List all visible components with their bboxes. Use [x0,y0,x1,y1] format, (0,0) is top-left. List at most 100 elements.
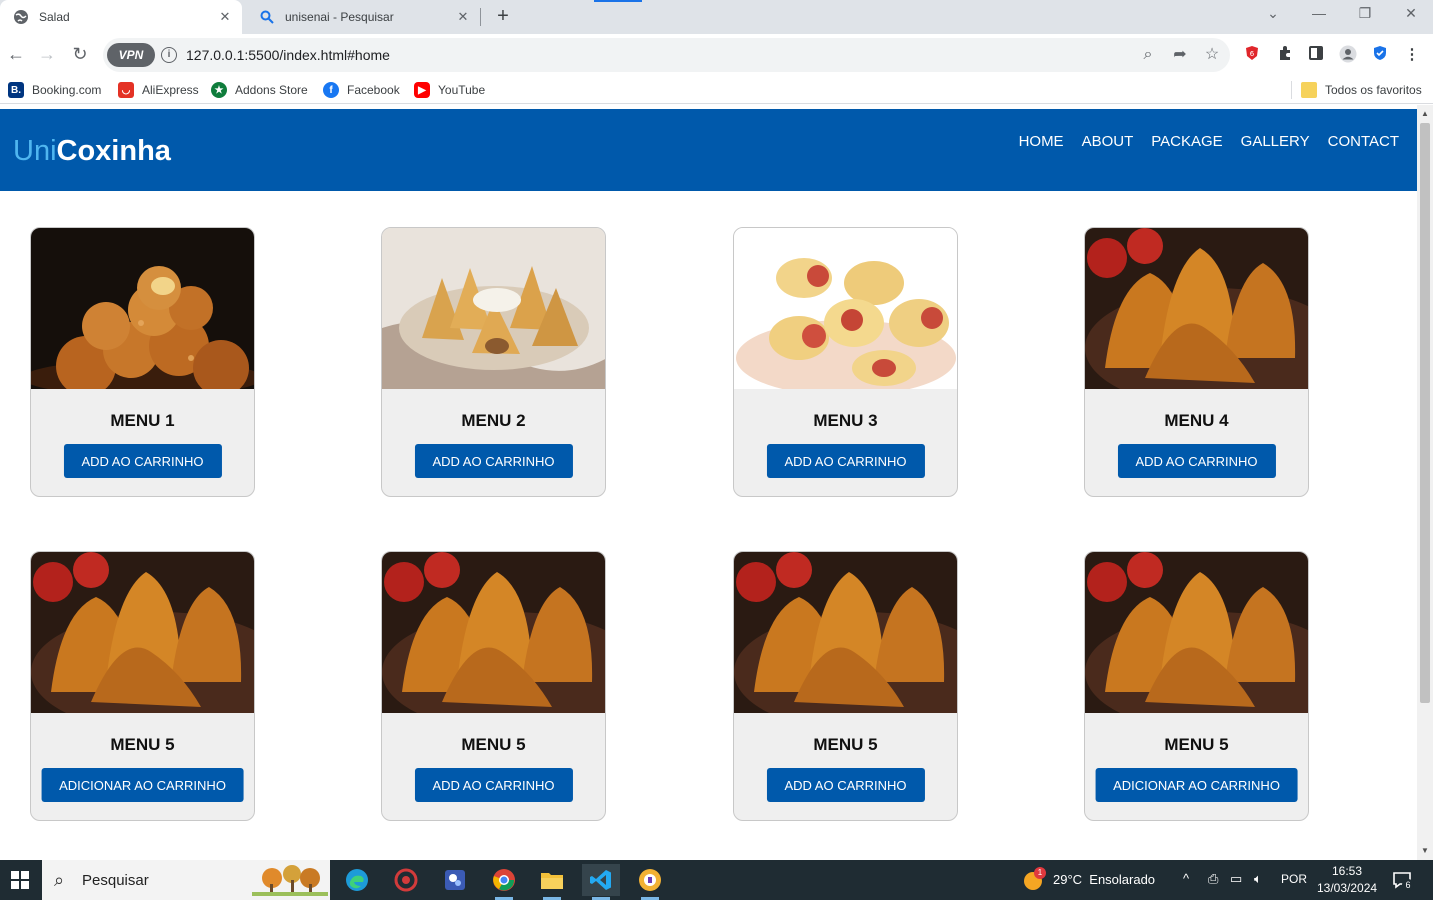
tab-search[interactable]: unisenai - Pesquisar ✕ [246,0,480,34]
add-to-cart-button[interactable]: ADD AO CARRINHO [766,444,925,478]
scroll-up-icon[interactable]: ▲ [1421,109,1429,118]
bookmark-booking[interactable]: B. Booking.com [8,80,101,100]
meet-now-icon[interactable]: ⎙ [1208,871,1218,887]
bookmark-label: Facebook [347,83,400,97]
scroll-down-icon[interactable]: ▼ [1421,846,1429,855]
bookmark-addons-store[interactable]: ★ Addons Store [211,80,308,100]
profile-avatar-icon[interactable] [1338,45,1358,65]
add-to-cart-button[interactable]: ADD AO CARRINHO [766,768,925,802]
addons-store-icon: ★ [211,82,227,98]
red-app-icon[interactable] [387,864,425,896]
weather-sun-icon[interactable]: 1 [1022,867,1046,891]
site-logo[interactable]: UniCoxinha [13,135,171,168]
menu-card: MENU 3 ADD AO CARRINHO [733,227,958,497]
add-to-cart-button[interactable]: ADD AO CARRINHO [63,444,222,478]
bookmark-label: Todos os favoritos [1325,83,1422,97]
clock-date[interactable]: 13/03/2024 [1317,881,1377,895]
fried-coxinha-photo [1085,552,1308,713]
page-viewport: UniCoxinha HOME ABOUT PACKAGE GALLERY CO… [0,105,1433,860]
menu-card: MENU 4 ADD AO CARRINHO [1084,227,1309,497]
vscode-app-icon[interactable] [582,864,620,900]
show-hidden-icons[interactable]: ^ [1183,871,1189,886]
minimize-icon[interactable]: — [1304,5,1334,21]
tab-accent-line [594,0,642,2]
bookmark-star-icon[interactable]: ☆ [1202,45,1222,65]
bookmarks-divider [1291,81,1292,99]
close-window-icon[interactable]: ✕ [1396,5,1426,22]
forward-icon[interactable]: → [35,43,59,67]
language-indicator[interactable]: POR [1281,872,1307,886]
add-to-cart-button[interactable]: ADD AO CARRINHO [1117,444,1276,478]
restore-icon[interactable]: ❐ [1350,5,1380,22]
vpn-app-icon[interactable] [631,864,669,900]
nav-home[interactable]: HOME [1019,133,1064,150]
file-explorer-icon[interactable] [533,864,571,900]
menu-card: MENU 2 ADD AO CARRINHO [381,227,606,497]
network-icon[interactable]: ▭ [1230,871,1242,887]
close-tab-icon[interactable]: ✕ [213,9,237,25]
bookmark-label: YouTube [438,83,486,97]
all-bookmarks-folder[interactable]: Todos os favoritos [1301,80,1422,100]
address-bar[interactable]: VPN i 127.0.0.1:5500/index.html#home ⌕ ➦… [103,38,1230,72]
fried-coxinha-photo [31,552,254,713]
add-to-cart-button[interactable]: ADD AO CARRINHO [414,768,573,802]
site-info-icon[interactable]: i [161,47,177,63]
zoom-icon[interactable]: ⌕ [1138,45,1158,65]
fried-coxinha-photo [382,552,605,713]
bookmark-facebook[interactable]: f Facebook [323,80,400,100]
tab-divider [480,8,481,26]
menu-card: MENU 5 ADICIONAR AO CARRINHO [30,551,255,821]
nav-gallery[interactable]: GALLERY [1241,133,1310,150]
menu-title: MENU 1 [110,411,175,430]
taskbar-search-placeholder: Pesquisar [82,872,149,889]
tab-salad[interactable]: Salad ✕ [0,0,242,34]
vertical-scrollbar[interactable]: ▲ ▼ [1417,105,1433,860]
add-to-cart-button[interactable]: ADICIONAR AO CARRINHO [1095,768,1298,802]
main-nav: HOME ABOUT PACKAGE GALLERY CONTACT [1019,133,1399,150]
back-icon[interactable]: ← [4,43,28,67]
chrome-app-icon[interactable] [485,864,523,900]
menu-title: MENU 5 [461,735,526,754]
edge-app-icon[interactable] [338,864,376,896]
weather-badge: 1 [1034,867,1046,879]
extensions-puzzle-icon[interactable] [1275,45,1295,65]
menu-card: MENU 5 ADICIONAR AO CARRINHO [1084,551,1309,821]
notification-center-icon[interactable]: 6 [1392,870,1414,891]
bookmark-label: AliExpress [142,83,199,97]
shield-icon[interactable] [1370,45,1390,65]
volume-icon[interactable]: 🔈︎ [1254,871,1262,887]
search-highlight-illustration [252,865,328,896]
bookmark-label: Addons Store [235,83,308,97]
url-text[interactable]: 127.0.0.1:5500/index.html#home [186,47,390,63]
adblock-extension-icon[interactable]: 6 [1242,45,1262,65]
nav-package[interactable]: PACKAGE [1151,133,1222,150]
tab-search-dropdown-icon[interactable]: ⌄ [1258,5,1288,22]
new-tab-icon[interactable]: + [492,5,514,29]
bookmark-aliexpress[interactable]: ◡ AliExpress [118,80,199,100]
logo-uni: Uni [13,135,57,167]
fried-coxinha-photo [734,552,957,713]
add-to-cart-button[interactable]: ADICIONAR AO CARRINHO [41,768,244,802]
close-tab-icon[interactable]: ✕ [451,9,475,25]
add-to-cart-button[interactable]: ADD AO CARRINHO [414,444,573,478]
tab-title: unisenai - Pesquisar [285,10,394,24]
sausage-rolls-photo [734,228,957,389]
scrollbar-thumb[interactable] [1420,123,1430,703]
windows-start-icon[interactable] [0,860,40,900]
bookmark-youtube[interactable]: ▶ YouTube [414,80,485,100]
menu-title: MENU 4 [1164,411,1229,430]
share-icon[interactable]: ➦ [1170,45,1190,65]
taskbar-search-box[interactable]: ⌕ Pesquisar [42,860,330,900]
clock-time[interactable]: 16:53 [1332,864,1362,878]
weather-text[interactable]: 29°C Ensolarado [1053,872,1155,887]
globe-icon [13,9,29,25]
vpn-badge[interactable]: VPN [107,43,155,67]
nav-contact[interactable]: CONTACT [1328,133,1399,150]
nav-about[interactable]: ABOUT [1082,133,1134,150]
side-panel-icon[interactable] [1306,45,1326,65]
reload-icon[interactable]: ↻ [68,43,92,67]
menu-title: MENU 5 [110,735,175,754]
browser-menu-icon[interactable]: ⋮ [1402,45,1422,65]
booking-icon: B. [8,82,24,98]
remote-desktop-icon[interactable] [436,864,474,896]
